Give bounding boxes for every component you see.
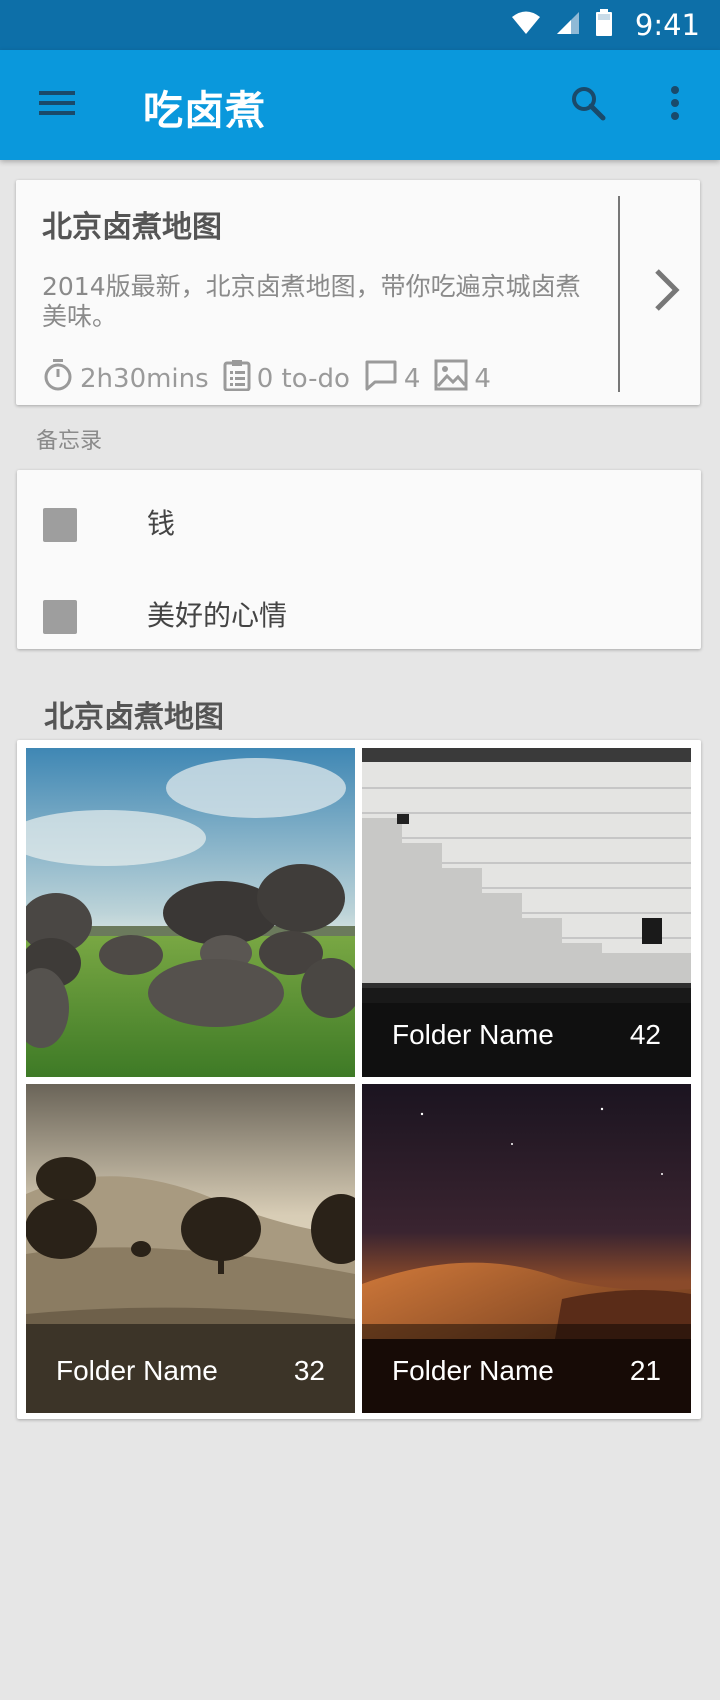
more-vert-icon: [670, 85, 680, 125]
app-title: 吃卤煮: [143, 88, 266, 134]
memo-section-label: 备忘录: [36, 429, 103, 454]
gallery-title: 北京卤煮地图: [44, 700, 224, 735]
folder-name: Folder Name: [392, 1355, 554, 1386]
summary-description: 2014版最新，北京卤煮地图，带你吃遍京城卤煮美味。: [42, 272, 581, 331]
stat-images: 4: [434, 359, 491, 398]
clipboard-icon: [223, 359, 257, 398]
search-button[interactable]: [563, 80, 613, 130]
memo-item-text: 美好的心情: [147, 599, 288, 632]
stat-todo: 0 to-do: [223, 359, 350, 398]
image-icon: [434, 359, 474, 398]
memo-checkbox[interactable]: [43, 600, 77, 634]
battery-icon: [595, 9, 613, 41]
summary-title: 北京卤煮地图: [42, 210, 222, 245]
open-detail-button[interactable]: [636, 262, 696, 322]
folder-tile[interactable]: [26, 748, 355, 1077]
chevron-right-icon: [652, 268, 680, 316]
folder-count: 21: [629, 1355, 661, 1386]
stat-comments-value: 4: [403, 363, 421, 394]
status-time: 9:41: [634, 8, 700, 42]
menu-button[interactable]: [32, 80, 82, 130]
folder-tile[interactable]: Folder Name 32: [26, 1084, 355, 1413]
timer-icon: [42, 358, 80, 399]
app-bar: 吃卤煮: [0, 50, 720, 160]
folder-name: Folder Name: [56, 1355, 218, 1386]
summary-card[interactable]: 北京卤煮地图 2014版最新，北京卤煮地图，带你吃遍京城卤煮美味。 2h30mi…: [16, 180, 700, 405]
search-icon: [570, 85, 606, 125]
stat-todo-value: 0 to-do: [256, 363, 350, 394]
folder-name: Folder Name: [392, 1019, 554, 1050]
signal-icon: [555, 10, 581, 40]
stat-images-value: 4: [474, 363, 491, 394]
folder-count: 42: [629, 1019, 661, 1050]
status-bar: 9:41: [0, 0, 720, 50]
folder-overlay: Folder Name 42: [362, 988, 691, 1077]
stat-duration: 2h30mins: [42, 358, 209, 399]
memo-item[interactable]: 美好的心情: [17, 562, 701, 642]
folder-tile[interactable]: Folder Name 42: [362, 748, 691, 1077]
comment-icon: [364, 359, 404, 398]
folder-overlay: Folder Name 32: [26, 1324, 355, 1413]
stat-comments: 4: [364, 359, 421, 398]
folder-overlay: Folder Name 21: [362, 1324, 691, 1413]
folder-count: 32: [293, 1355, 325, 1386]
wifi-icon: [511, 10, 541, 40]
memo-item[interactable]: 钱: [17, 480, 701, 560]
memo-card: 钱 美好的心情: [17, 470, 701, 649]
folder-tile[interactable]: Folder Name 21: [362, 1084, 691, 1413]
memo-item-text: 钱: [147, 507, 176, 540]
menu-icon: [37, 88, 77, 122]
gallery-card: Folder Name 42 Folder Name 32 Folder Nam…: [17, 740, 701, 1419]
stat-duration-value: 2h30mins: [80, 363, 209, 394]
card-divider: [618, 196, 620, 392]
more-options-button[interactable]: [655, 80, 695, 130]
summary-stats: 2h30mins 0 to-do 4 4: [42, 358, 505, 399]
memo-checkbox[interactable]: [43, 508, 77, 542]
stones-field-photo: [26, 748, 355, 1077]
